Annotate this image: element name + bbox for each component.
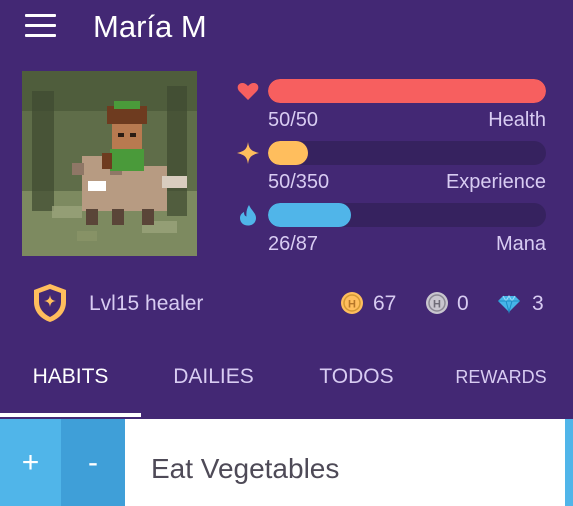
star-icon bbox=[236, 141, 260, 165]
gem-icon bbox=[497, 291, 521, 315]
active-tab-indicator bbox=[0, 413, 141, 417]
tab-dailies[interactable]: DAILIES bbox=[143, 362, 284, 392]
user-name: María M bbox=[93, 9, 207, 44]
experience-label: Experience bbox=[445, 171, 546, 193]
tab-rewards[interactable]: REWARDS bbox=[429, 362, 573, 392]
avatar-icon bbox=[22, 71, 197, 256]
app-bar: María M bbox=[0, 0, 573, 56]
tab-bar: HABITS DAILIES TODOS REWARDS bbox=[0, 348, 573, 416]
mana-bar-fill bbox=[268, 203, 352, 227]
mana-bar bbox=[268, 203, 546, 227]
health-bar-fill bbox=[268, 79, 546, 103]
shield-icon bbox=[31, 282, 69, 324]
experience-value: 50/350 bbox=[268, 171, 330, 193]
habit-title: Eat Vegetables bbox=[151, 453, 340, 484]
droplet-icon bbox=[236, 203, 260, 227]
avatar[interactable] bbox=[22, 71, 197, 256]
gems-value: 3 bbox=[532, 292, 544, 315]
hourglass-coin-icon: H bbox=[425, 291, 449, 315]
habit-row[interactable]: + - Eat Vegetables bbox=[0, 419, 573, 506]
health-bar bbox=[268, 79, 546, 103]
health-value: 50/50 bbox=[268, 109, 319, 131]
experience-bar-fill bbox=[268, 141, 308, 165]
experience-bar bbox=[268, 141, 546, 165]
mana-label: Mana bbox=[495, 233, 546, 255]
level-text: Lvl15 healer bbox=[89, 292, 204, 315]
svg-text:H: H bbox=[348, 299, 356, 311]
hourglass-value: 0 bbox=[457, 292, 469, 315]
gold-coin-icon: H bbox=[340, 291, 364, 315]
tab-habits[interactable]: HABITS bbox=[0, 362, 141, 392]
hamburger-menu-icon[interactable] bbox=[25, 14, 56, 38]
habit-minus-button[interactable]: - bbox=[61, 419, 125, 506]
habit-plus-button[interactable]: + bbox=[0, 419, 61, 506]
heart-icon bbox=[236, 79, 260, 103]
svg-text:H: H bbox=[433, 299, 441, 311]
habit-value-indicator bbox=[565, 419, 573, 506]
health-label: Health bbox=[488, 109, 546, 131]
tab-todos[interactable]: TODOS bbox=[286, 362, 427, 392]
gold-value: 67 bbox=[373, 292, 397, 315]
mana-value: 26/87 bbox=[268, 233, 319, 255]
